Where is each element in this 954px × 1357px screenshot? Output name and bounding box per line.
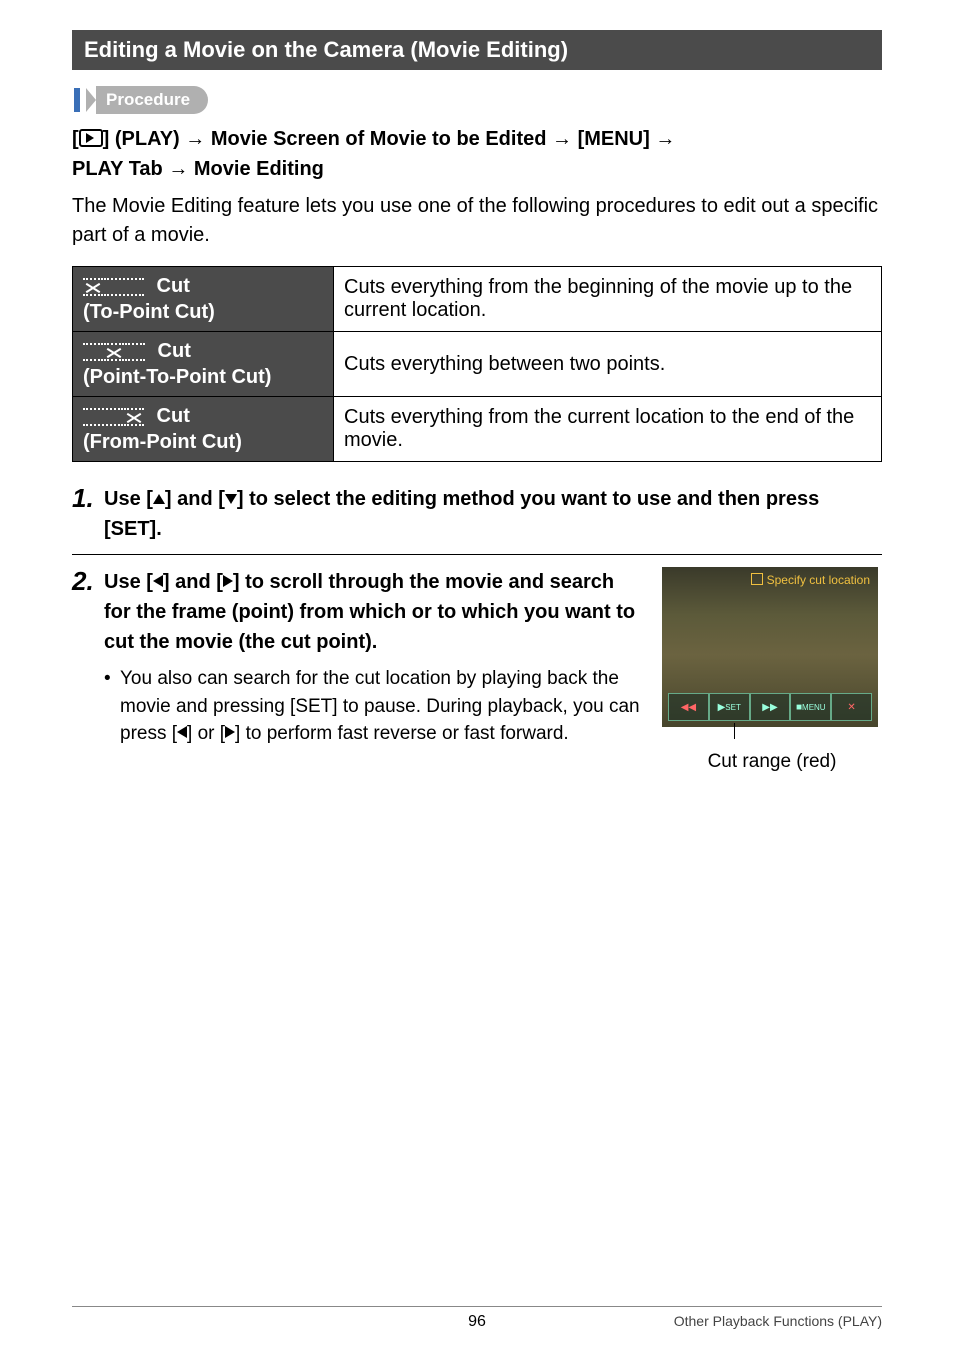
section-title: Editing a Movie on the Camera (Movie Edi… (72, 30, 882, 70)
screenshot-top-label: Specify cut location (751, 573, 870, 587)
right-arrow-icon (225, 726, 235, 738)
path-movie-editing: Movie Editing (194, 158, 324, 180)
checkbox-icon (751, 573, 763, 585)
path-movie-screen: Movie Screen of Movie to be Edited (211, 128, 552, 150)
arrow-icon: → (168, 154, 188, 184)
right-arrow-icon (223, 575, 233, 587)
step-number: 2. (72, 567, 104, 596)
step-text: ] and [ (165, 488, 225, 510)
bullet-text: You also can search for the cut location… (120, 665, 646, 748)
step-text: ] and [ (163, 571, 223, 593)
step-2-text: Use [] and [] to scroll through the movi… (104, 567, 646, 657)
camera-screenshot: Specify cut location ◀◀ ▶SET ▶▶ ■MENU ✕ (662, 567, 878, 727)
film-ptp-icon (83, 343, 146, 361)
cut-from-point-desc: Cuts everything from the current locatio… (334, 397, 882, 462)
path-play-label: ] (PLAY) (103, 128, 186, 150)
arrow-icon: → (655, 124, 675, 154)
table-row: Cut (Point-To-Point Cut) Cuts everything… (73, 332, 882, 397)
step-number: 1. (72, 484, 104, 513)
path-bracket-open: [ (72, 128, 79, 150)
play-mode-icon (79, 129, 103, 147)
cut-to-point-desc: Cuts everything from the beginning of th… (334, 267, 882, 332)
intro-text: The Movie Editing feature lets you use o… (72, 192, 882, 250)
bullet-part: ] or [ (187, 723, 225, 744)
ctrl-cell: ◀◀ (668, 693, 709, 721)
table-row: Cut (To-Point Cut) Cuts everything from … (73, 267, 882, 332)
step-1: 1. Use [] and [] to select the editing m… (72, 484, 882, 544)
film-to-point-icon (83, 278, 145, 296)
chevron-right-icon (86, 88, 96, 112)
step-2: 2. Use [] and [] to scroll through the m… (72, 567, 882, 773)
cut-to-point-head: Cut (To-Point Cut) (73, 267, 334, 332)
step-1-text: Use [] and [] to select the editing meth… (104, 484, 882, 544)
procedure-label: Procedure (96, 86, 208, 114)
cut-from-point-head: Cut (From-Point Cut) (73, 397, 334, 462)
cut-label: Cut (151, 275, 190, 297)
step-text: Use [ (104, 571, 153, 593)
cut-sub: (Point-To-Point Cut) (83, 366, 271, 388)
ctrl-cell: ▶SET (709, 693, 750, 721)
table-row: Cut (From-Point Cut) Cuts everything fro… (73, 397, 882, 462)
ctrl-cell: ✕ (831, 693, 872, 721)
cut-sub: (From-Point Cut) (83, 431, 242, 453)
step-text: Use [ (104, 488, 153, 510)
cut-sub: (To-Point Cut) (83, 301, 215, 323)
cut-label: Cut (152, 340, 191, 362)
left-arrow-icon (153, 575, 163, 587)
film-from-point-icon (83, 408, 145, 426)
bullet-dot-icon: • (104, 665, 120, 748)
pointer-line (662, 729, 882, 749)
top-label-text: Specify cut location (767, 573, 870, 587)
bullet-part: ] to perform fast reverse or fast forwar… (235, 723, 569, 744)
arrow-icon: → (185, 124, 205, 154)
page-footer: 96 Other Playback Functions (PLAY) (72, 1306, 882, 1331)
left-arrow-icon (177, 726, 187, 738)
cut-ptp-desc: Cuts everything between two points. (334, 332, 882, 397)
up-arrow-icon (153, 494, 165, 504)
procedure-heading: Procedure (74, 86, 882, 114)
screenshot-caption: Cut range (red) (662, 751, 882, 773)
step-2-bullet: • You also can search for the cut locati… (104, 665, 646, 748)
procedure-bar-icon (74, 88, 80, 112)
ctrl-cell: ▶▶ (750, 693, 791, 721)
screenshot-figure: Specify cut location ◀◀ ▶SET ▶▶ ■MENU ✕ … (662, 567, 882, 773)
cut-label: Cut (151, 405, 190, 427)
footer-title: Other Playback Functions (PLAY) (612, 1313, 882, 1331)
divider (72, 554, 882, 555)
procedure-path: [ ] (PLAY) → Movie Screen of Movie to be … (72, 124, 882, 184)
cut-types-table: Cut (To-Point Cut) Cuts everything from … (72, 266, 882, 462)
arrow-icon: → (552, 124, 572, 154)
page-number: 96 (342, 1313, 612, 1331)
ctrl-cell: ■MENU (790, 693, 831, 721)
path-menu: [MENU] (578, 128, 656, 150)
path-play-tab: PLAY Tab (72, 158, 168, 180)
screenshot-control-bar: ◀◀ ▶SET ▶▶ ■MENU ✕ (668, 693, 872, 721)
cut-ptp-head: Cut (Point-To-Point Cut) (73, 332, 334, 397)
down-arrow-icon (225, 494, 237, 504)
